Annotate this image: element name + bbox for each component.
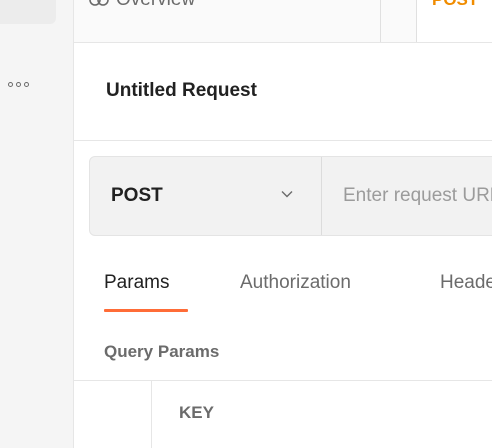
query-params-heading: Query Params [104,342,220,361]
active-tab-indicator [104,309,188,312]
tab-overview-label: Overview [116,0,195,11]
chevron-down-icon [280,187,294,206]
tab-overview[interactable]: Overview [88,0,195,14]
tab-untitled-request[interactable]: POST [432,0,478,14]
tab-authorization[interactable]: Authorization [240,272,351,294]
method-select[interactable]: POST [90,157,322,235]
overview-icon [88,0,110,11]
tab-headers[interactable]: Headers [440,272,492,294]
params-table: KEY [74,380,492,448]
rail-top-button[interactable] [0,0,56,24]
request-header: Untitled Request [74,42,492,141]
tab-params[interactable]: Params [104,272,169,294]
tab-divider [380,0,381,42]
url-input[interactable] [322,157,492,235]
left-rail [0,0,74,448]
request-subtabs: Params Authorization Headers [74,262,492,318]
method-label: POST [111,185,163,206]
tab-divider [416,0,417,42]
url-bar: POST [89,156,492,236]
app-window: Overview POST Untitled Request POST Para… [0,0,492,448]
request-title[interactable]: Untitled Request [106,80,257,102]
more-options-icon[interactable] [8,76,38,92]
tab-strip: Overview POST [74,0,492,43]
table-checkbox-column [74,381,152,448]
column-header-key: KEY [179,403,214,422]
